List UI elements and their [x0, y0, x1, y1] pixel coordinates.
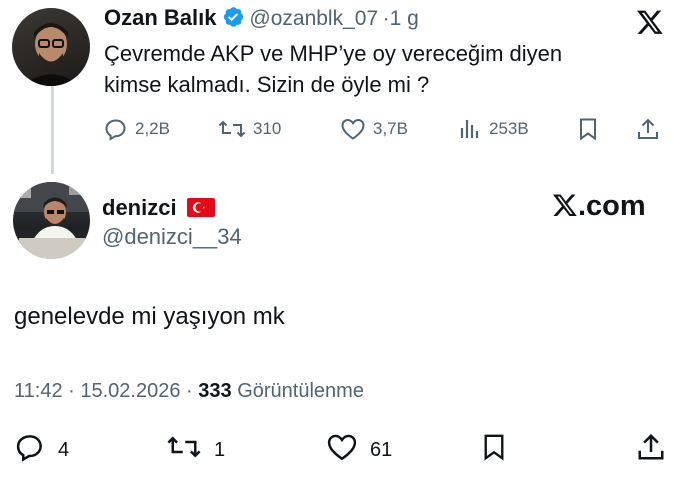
tweet-meta: 11:42 · 15.02.2026 · 333 Görüntülenme: [14, 380, 364, 403]
denizci-avatar[interactable]: [13, 182, 90, 259]
quoted-text-line-1: Çevremde AKP ve MHP’ye oy vereceğim diye…: [104, 41, 563, 66]
reply-reply-count: 4: [58, 438, 70, 461]
reply-repost-button[interactable]: 1: [166, 432, 225, 468]
share-button[interactable]: [636, 117, 660, 146]
quoted-tweet-body: Çevremde AKP ve MHP’ye oy vereceğim diye…: [104, 38, 562, 100]
quoted-text-line-2: kimse kalmadı. Sizin de öyle mi ?: [104, 72, 430, 97]
author-name[interactable]: Ozan Balık: [104, 5, 216, 30]
separator-dot: ·: [382, 7, 390, 30]
x-logo-icon: [636, 8, 664, 36]
views-label: Görüntülenme: [237, 380, 364, 402]
author-handle[interactable]: @ozanblk_07: [249, 7, 378, 30]
bookmark-button[interactable]: [577, 117, 599, 146]
meta-dot-1: ·: [68, 380, 75, 402]
repost-icon: [218, 117, 246, 141]
heart-icon: [326, 432, 358, 468]
tweet-age[interactable]: 1 g: [390, 7, 419, 30]
repost-button[interactable]: 310: [218, 117, 281, 141]
reply-author-name[interactable]: denizci: [102, 195, 177, 220]
repost-count: 310: [253, 119, 282, 138]
reply-bookmark-button[interactable]: [481, 432, 507, 467]
turkey-flag-icon: [187, 198, 216, 217]
xcom-watermark: .com: [552, 190, 646, 226]
share-icon: [636, 433, 666, 466]
verified-badge-icon: [221, 5, 245, 29]
reply-count: 2,2B: [135, 119, 170, 138]
reply-share-button[interactable]: [636, 432, 666, 467]
reply-reply-button[interactable]: 4: [14, 432, 69, 468]
bookmark-icon: [577, 118, 599, 145]
share-icon: [636, 118, 660, 145]
views-number: 333: [198, 380, 232, 402]
reply-header: denizci: [102, 195, 216, 221]
watermark-text: .com: [578, 190, 646, 222]
thread-line: [51, 86, 54, 174]
views-button[interactable]: 253B: [458, 117, 529, 141]
tweet-time[interactable]: 11:42: [14, 380, 63, 402]
reply-repost-count: 1: [214, 438, 226, 461]
repost-icon: [166, 432, 202, 468]
reply-like-button[interactable]: 61: [326, 432, 392, 468]
meta-dot-2: ·: [186, 380, 193, 402]
like-count: 3,7B: [373, 119, 408, 138]
tweet-date[interactable]: 15.02.2026: [80, 380, 180, 402]
views-count: 253B: [489, 119, 529, 138]
watermark-x-icon: [552, 192, 578, 226]
reply-button[interactable]: 2,2B: [104, 117, 170, 141]
heart-icon: [340, 117, 366, 141]
analytics-icon: [458, 117, 482, 141]
reply-like-count: 61: [370, 438, 393, 461]
quoted-tweet-header: Ozan Balık @ozanblk_07 ·1 g: [104, 5, 419, 31]
reply-author-handle[interactable]: @denizci__34: [102, 224, 242, 250]
reply-text: genelevde mi yaşıyon mk: [14, 303, 285, 330]
like-button[interactable]: 3,7B: [340, 117, 408, 141]
ozan-avatar[interactable]: [12, 8, 90, 86]
bookmark-icon: [481, 434, 507, 466]
reply-icon: [104, 117, 128, 141]
reply-icon: [14, 432, 46, 468]
